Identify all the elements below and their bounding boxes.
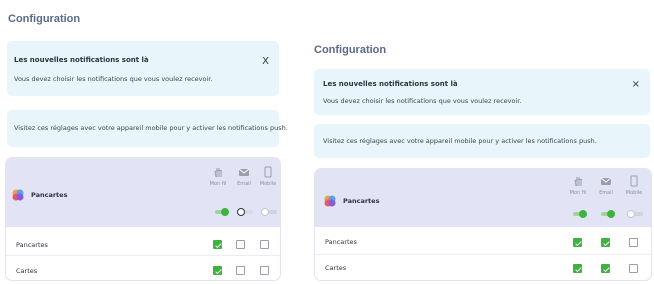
checkbox-pancartes-mobile[interactable] — [260, 240, 269, 249]
envelope-icon — [600, 177, 612, 185]
mobile-note-text: Visitez ces réglages avec votre appareil… — [323, 137, 597, 145]
mobile-settings-note: Visitez ces réglages avec votre appareil… — [7, 110, 288, 147]
notification-table: Pancartes Mon fil Email Mobile Pancartes — [5, 157, 281, 281]
toggle-mobile[interactable] — [627, 210, 643, 218]
group-name: Pancartes — [343, 197, 380, 205]
pancartes-logo-icon — [324, 195, 336, 207]
envelope-icon — [238, 168, 250, 176]
phone-icon — [630, 175, 638, 187]
new-notifications-banner: Les nouvelles notifications sont là Vous… — [7, 41, 279, 96]
table-header: Pancartes Mon fil Email Mobile — [315, 169, 651, 227]
phone-icon — [264, 166, 272, 178]
column-label: Mon fil — [569, 190, 587, 196]
column-email: Email — [593, 175, 619, 196]
banner-text: Vous devez choisir les notifications que… — [323, 97, 522, 105]
row-label: Pancartes — [16, 241, 48, 249]
column-email: Email — [231, 166, 257, 187]
toggle-mon-fil[interactable] — [213, 208, 229, 216]
column-label: Mon fil — [209, 181, 227, 187]
hand-wave-icon — [214, 168, 223, 178]
table-row: Pancartes — [6, 230, 280, 256]
banner-title: Les nouvelles notifications sont là — [323, 80, 458, 88]
checkbox-pancartes-email[interactable] — [601, 238, 610, 247]
toggle-email[interactable] — [599, 210, 615, 218]
table-row: Cartes — [315, 255, 651, 280]
table-row: Pancartes — [315, 229, 651, 255]
pancartes-logo-icon — [12, 189, 24, 201]
checkbox-pancartes-email[interactable] — [236, 240, 245, 249]
column-mon-fil: Mon fil — [565, 175, 591, 196]
notification-table: Pancartes Mon fil Email Mobile Pancartes — [314, 168, 652, 281]
column-label: Mobile — [259, 181, 277, 187]
close-icon[interactable]: × — [632, 79, 640, 90]
column-label: Email — [237, 181, 251, 187]
row-label: Cartes — [325, 264, 347, 272]
checkbox-cartes-mon-fil[interactable] — [573, 264, 582, 273]
column-label: Mobile — [625, 190, 643, 196]
checkbox-cartes-email[interactable] — [601, 264, 610, 273]
column-mobile: Mobile — [621, 175, 647, 196]
row-label: Cartes — [16, 267, 38, 275]
toggle-mobile[interactable] — [261, 208, 277, 216]
column-mon-fil: Mon fil — [205, 166, 231, 187]
banner-title: Les nouvelles notifications sont là — [14, 56, 149, 64]
checkbox-cartes-mon-fil[interactable] — [213, 266, 222, 275]
column-label: Email — [599, 190, 613, 196]
checkbox-cartes-mobile[interactable] — [260, 266, 269, 275]
mobile-settings-note: Visitez ces réglages avec votre appareil… — [314, 124, 650, 158]
checkbox-pancartes-mon-fil[interactable] — [573, 238, 582, 247]
banner-text: Vous devez choisir les notifications que… — [14, 75, 213, 83]
toggle-email[interactable] — [237, 208, 253, 216]
checkbox-pancartes-mon-fil[interactable] — [213, 240, 222, 249]
config-panel-right: Configuration Les nouvelles notification… — [306, 38, 654, 284]
config-panel-left: Configuration Les nouvelles notification… — [0, 0, 288, 284]
row-label: Pancartes — [325, 238, 357, 246]
new-notifications-banner: Les nouvelles notifications sont là Vous… — [314, 69, 650, 115]
group-name: Pancartes — [31, 191, 68, 199]
page-title: Configuration — [8, 13, 81, 25]
mobile-note-text: Visitez ces réglages avec votre appareil… — [14, 124, 288, 132]
table-header: Pancartes Mon fil Email Mobile — [6, 158, 280, 227]
checkbox-cartes-mobile[interactable] — [629, 264, 638, 273]
checkbox-cartes-email[interactable] — [236, 266, 245, 275]
page-title: Configuration — [314, 44, 387, 56]
column-mobile: Mobile — [255, 166, 280, 187]
table-row: Cartes — [6, 256, 280, 280]
checkbox-pancartes-mobile[interactable] — [629, 238, 638, 247]
toggle-mon-fil[interactable] — [571, 210, 587, 218]
hand-wave-icon — [574, 177, 583, 187]
close-icon[interactable]: X — [262, 56, 269, 67]
